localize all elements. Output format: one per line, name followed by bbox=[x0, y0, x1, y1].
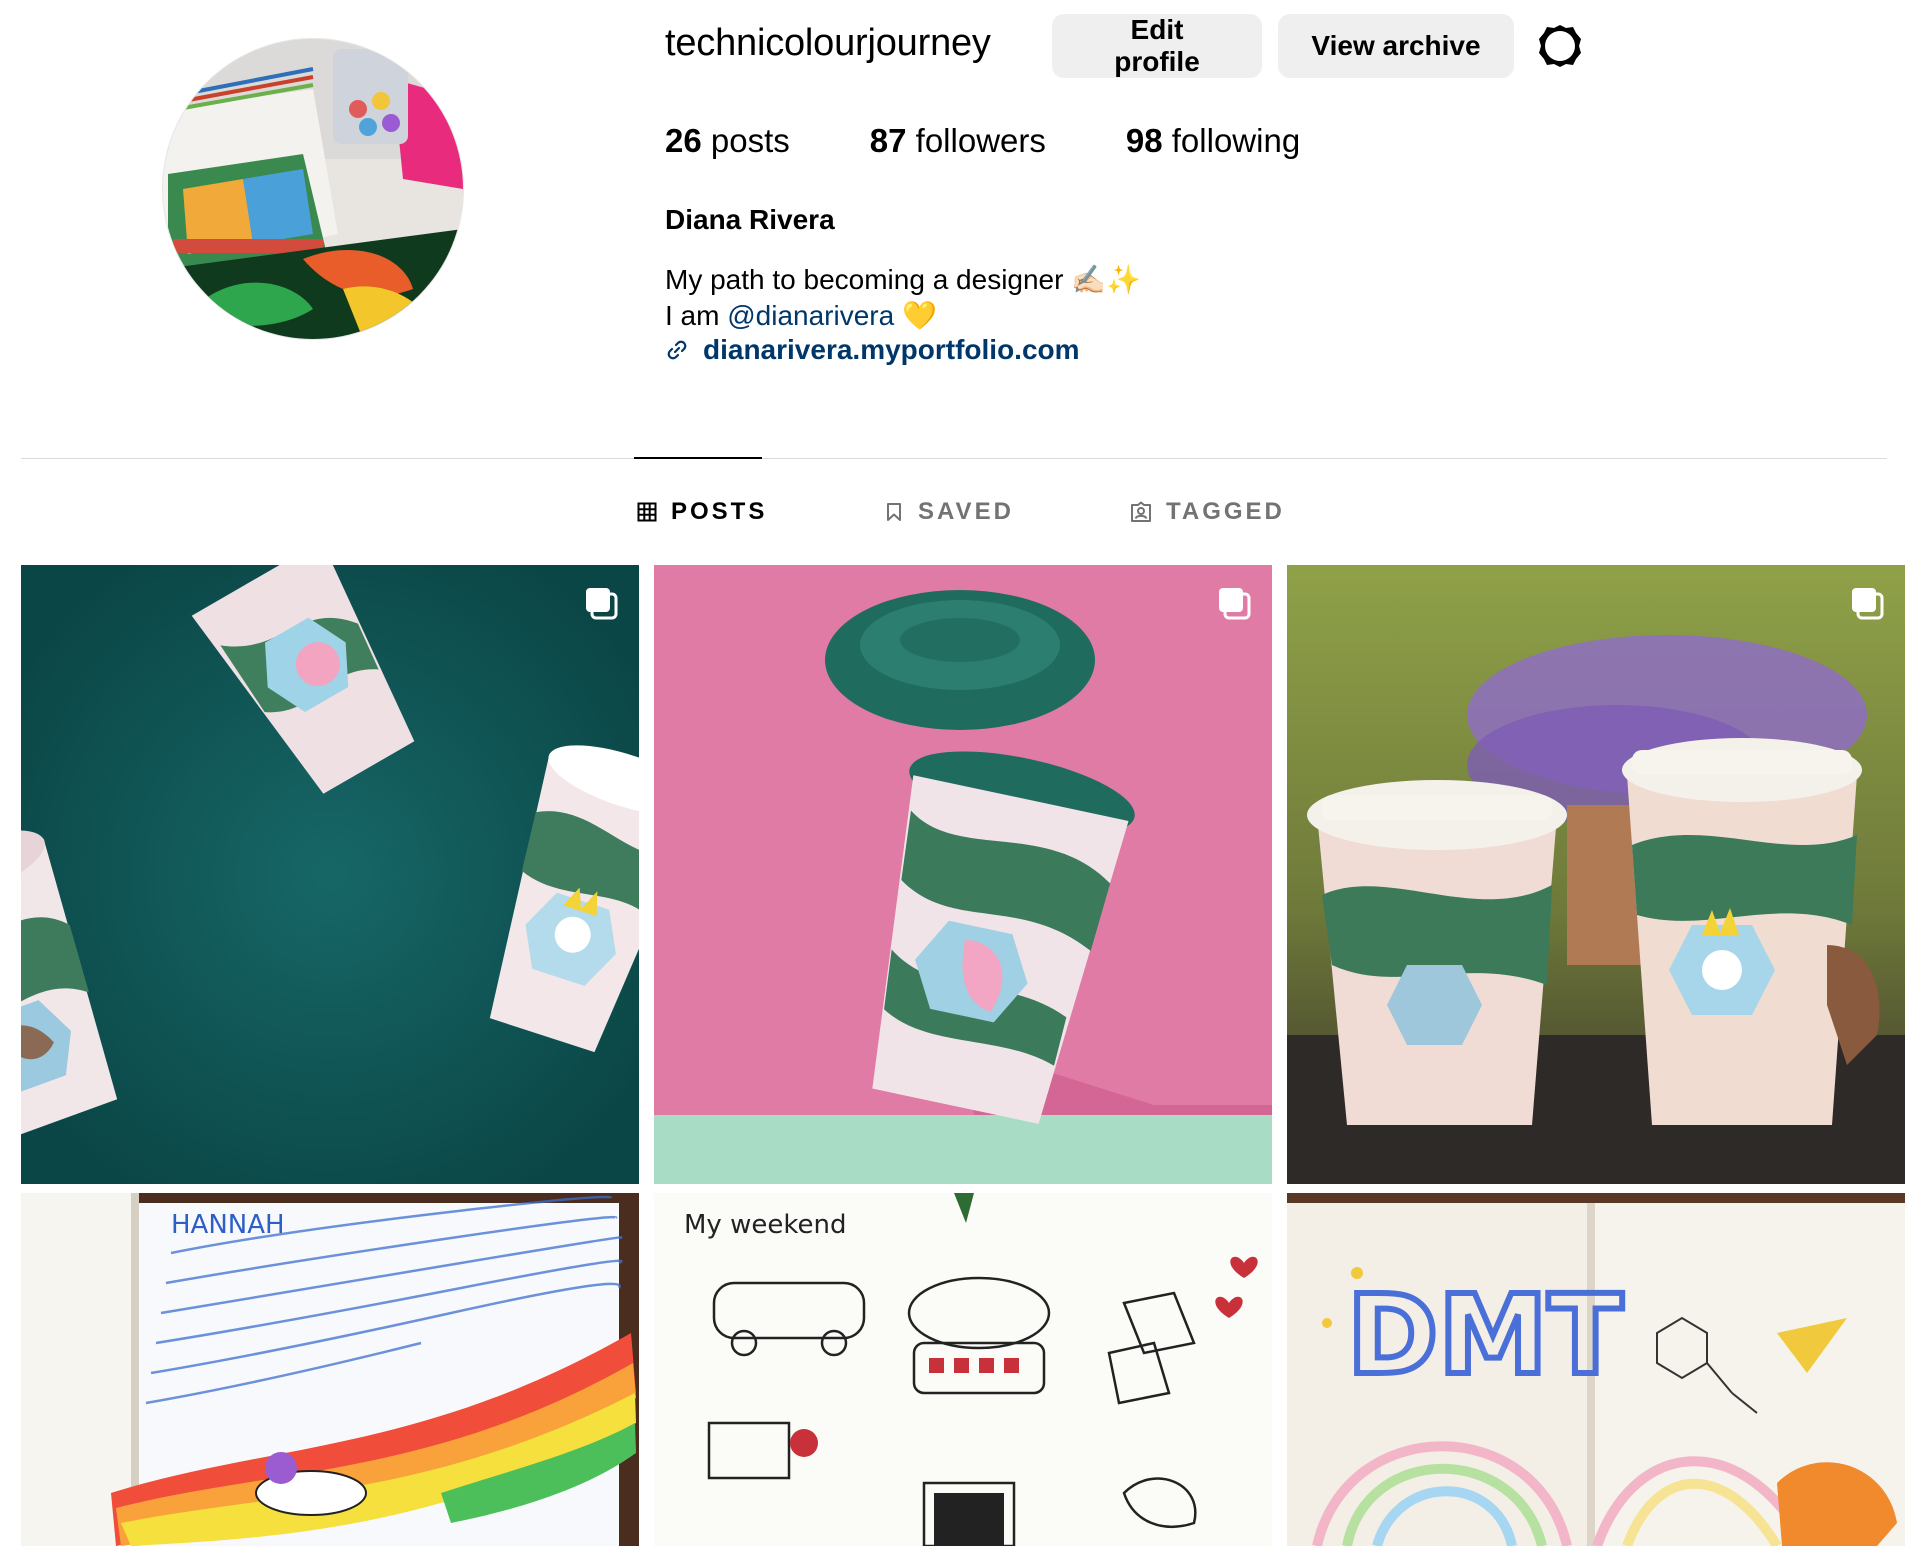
post-image bbox=[654, 565, 1272, 1184]
multi-image-icon bbox=[586, 588, 618, 620]
profile-tabs: POSTS SAVED TAGGED bbox=[0, 498, 1914, 528]
gear-icon[interactable] bbox=[1536, 22, 1584, 70]
post-tile[interactable] bbox=[21, 565, 639, 1184]
tab-label: SAVED bbox=[918, 498, 1014, 525]
hannah-text: HANNAH bbox=[171, 1210, 285, 1240]
bio-line: I am @dianarivera 💛 bbox=[665, 298, 1141, 334]
website-link-text: dianarivera.myportfolio.com bbox=[703, 334, 1080, 365]
profile-avatar[interactable] bbox=[162, 38, 464, 340]
multi-image-icon bbox=[1852, 588, 1884, 620]
bio-mention-link[interactable]: @dianarivera bbox=[727, 300, 894, 331]
bookmark-icon bbox=[887, 503, 901, 521]
tab-saved[interactable]: SAVED bbox=[884, 498, 1014, 526]
post-image: DMT bbox=[1287, 1193, 1905, 1546]
post-image: HANNAH bbox=[21, 1193, 639, 1546]
profile-stats: 26 posts 87 followers 98 following bbox=[665, 122, 1380, 160]
posts-stat-label: posts bbox=[710, 122, 790, 159]
post-tile[interactable]: HANNAH bbox=[21, 1193, 639, 1546]
post-image bbox=[1287, 565, 1905, 1184]
tagged-icon bbox=[1131, 501, 1151, 522]
dmt-text: DMT bbox=[1347, 1271, 1623, 1399]
bio-line: My path to becoming a designer ✍🏻✨ bbox=[665, 264, 1141, 295]
followers-stat[interactable]: 87 followers bbox=[870, 122, 1046, 160]
post-tile[interactable]: DMT bbox=[1287, 1193, 1905, 1546]
multi-image-icon bbox=[1219, 588, 1251, 620]
posts-stat: 26 posts bbox=[665, 122, 790, 160]
post-tile[interactable] bbox=[1287, 565, 1905, 1184]
active-tab-indicator bbox=[634, 457, 762, 459]
followers-stat-label: followers bbox=[915, 122, 1046, 159]
following-stat-label: following bbox=[1171, 122, 1301, 159]
avatar-image bbox=[163, 39, 463, 339]
tab-tagged[interactable]: TAGGED bbox=[1130, 498, 1285, 526]
posts-count: 26 bbox=[665, 122, 702, 159]
post-image: My weekend bbox=[654, 1193, 1272, 1546]
followers-count: 87 bbox=[869, 122, 907, 159]
view-archive-button[interactable]: View archive bbox=[1278, 14, 1514, 78]
post-tile[interactable] bbox=[654, 565, 1272, 1184]
profile-website-link[interactable]: dianarivera.myportfolio.com bbox=[665, 334, 1080, 366]
edit-profile-button[interactable]: Edit profile bbox=[1052, 14, 1262, 78]
link-icon bbox=[667, 340, 687, 360]
grid-icon bbox=[637, 502, 657, 522]
profile-bio: My path to becoming a designer ✍🏻✨ I am … bbox=[665, 262, 1141, 334]
post-tile[interactable]: My weekend bbox=[654, 1193, 1272, 1546]
weekend-text: My weekend bbox=[684, 1210, 846, 1240]
bio-suffix: 💛 bbox=[894, 300, 937, 331]
post-image bbox=[21, 565, 639, 1184]
tab-label: POSTS bbox=[671, 498, 768, 525]
following-count: 98 bbox=[1125, 122, 1163, 159]
tab-label: TAGGED bbox=[1166, 498, 1285, 525]
profile-divider bbox=[21, 458, 1887, 459]
profile-full-name: Diana Rivera bbox=[665, 204, 835, 235]
profile-username: technicolourjourney bbox=[665, 22, 991, 64]
bio-prefix: I am bbox=[665, 300, 728, 331]
tab-posts[interactable]: POSTS bbox=[637, 498, 767, 526]
following-stat[interactable]: 98 following bbox=[1126, 122, 1300, 160]
